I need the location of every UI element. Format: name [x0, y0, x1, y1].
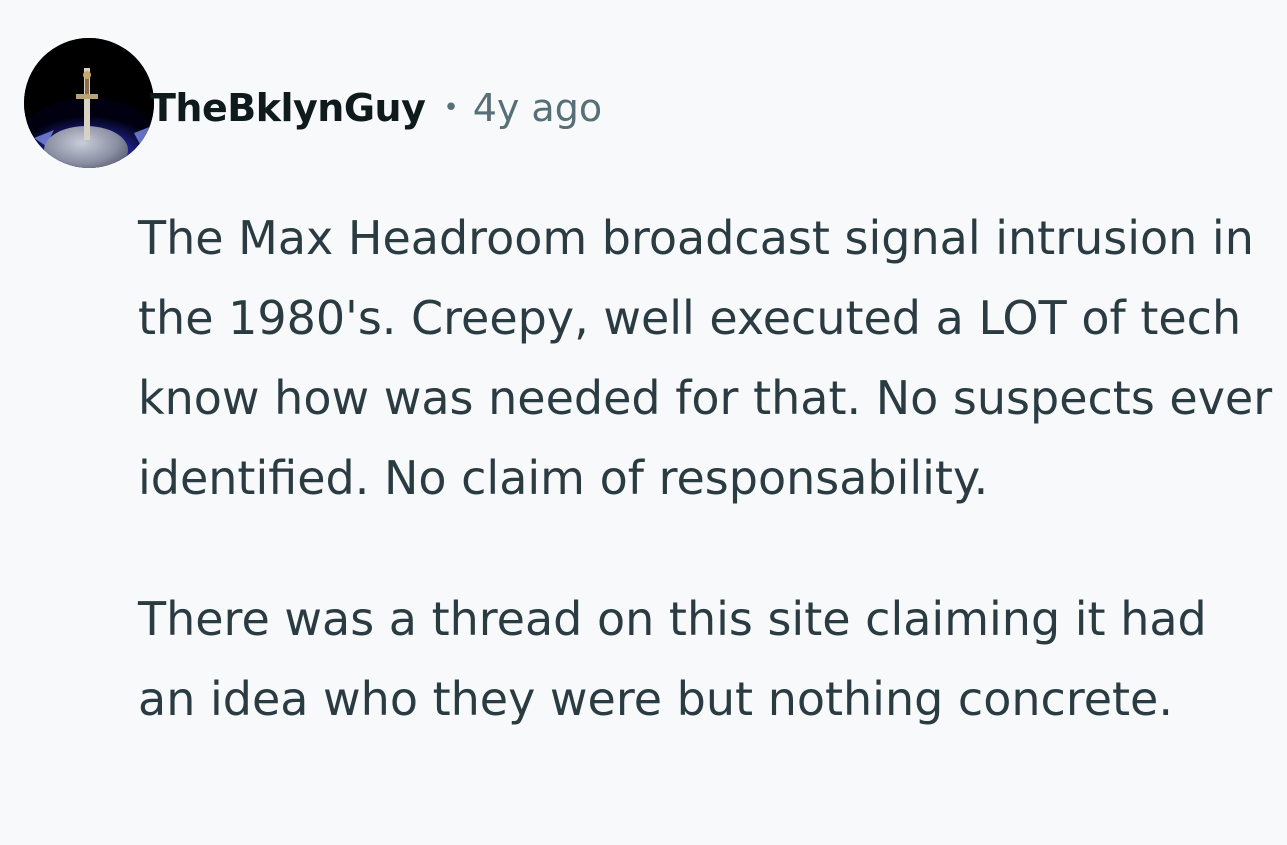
comment-paragraph: There was a thread on this site claiming…	[138, 592, 1207, 726]
comment-timestamp[interactable]: 4y ago	[473, 86, 602, 130]
avatar[interactable]	[24, 38, 154, 168]
sword-in-stone-icon	[24, 38, 154, 168]
comment: TheBklynGuy • 4y ago The Max Headroom br…	[0, 0, 1287, 845]
comment-body: The Max Headroom broadcast signal intrus…	[138, 198, 1278, 739]
author-username[interactable]: TheBklynGuy	[150, 86, 426, 130]
meta-separator: •	[443, 93, 459, 123]
comment-paragraph: The Max Headroom broadcast signal intrus…	[138, 211, 1273, 505]
comment-meta: TheBklynGuy • 4y ago	[150, 78, 602, 138]
